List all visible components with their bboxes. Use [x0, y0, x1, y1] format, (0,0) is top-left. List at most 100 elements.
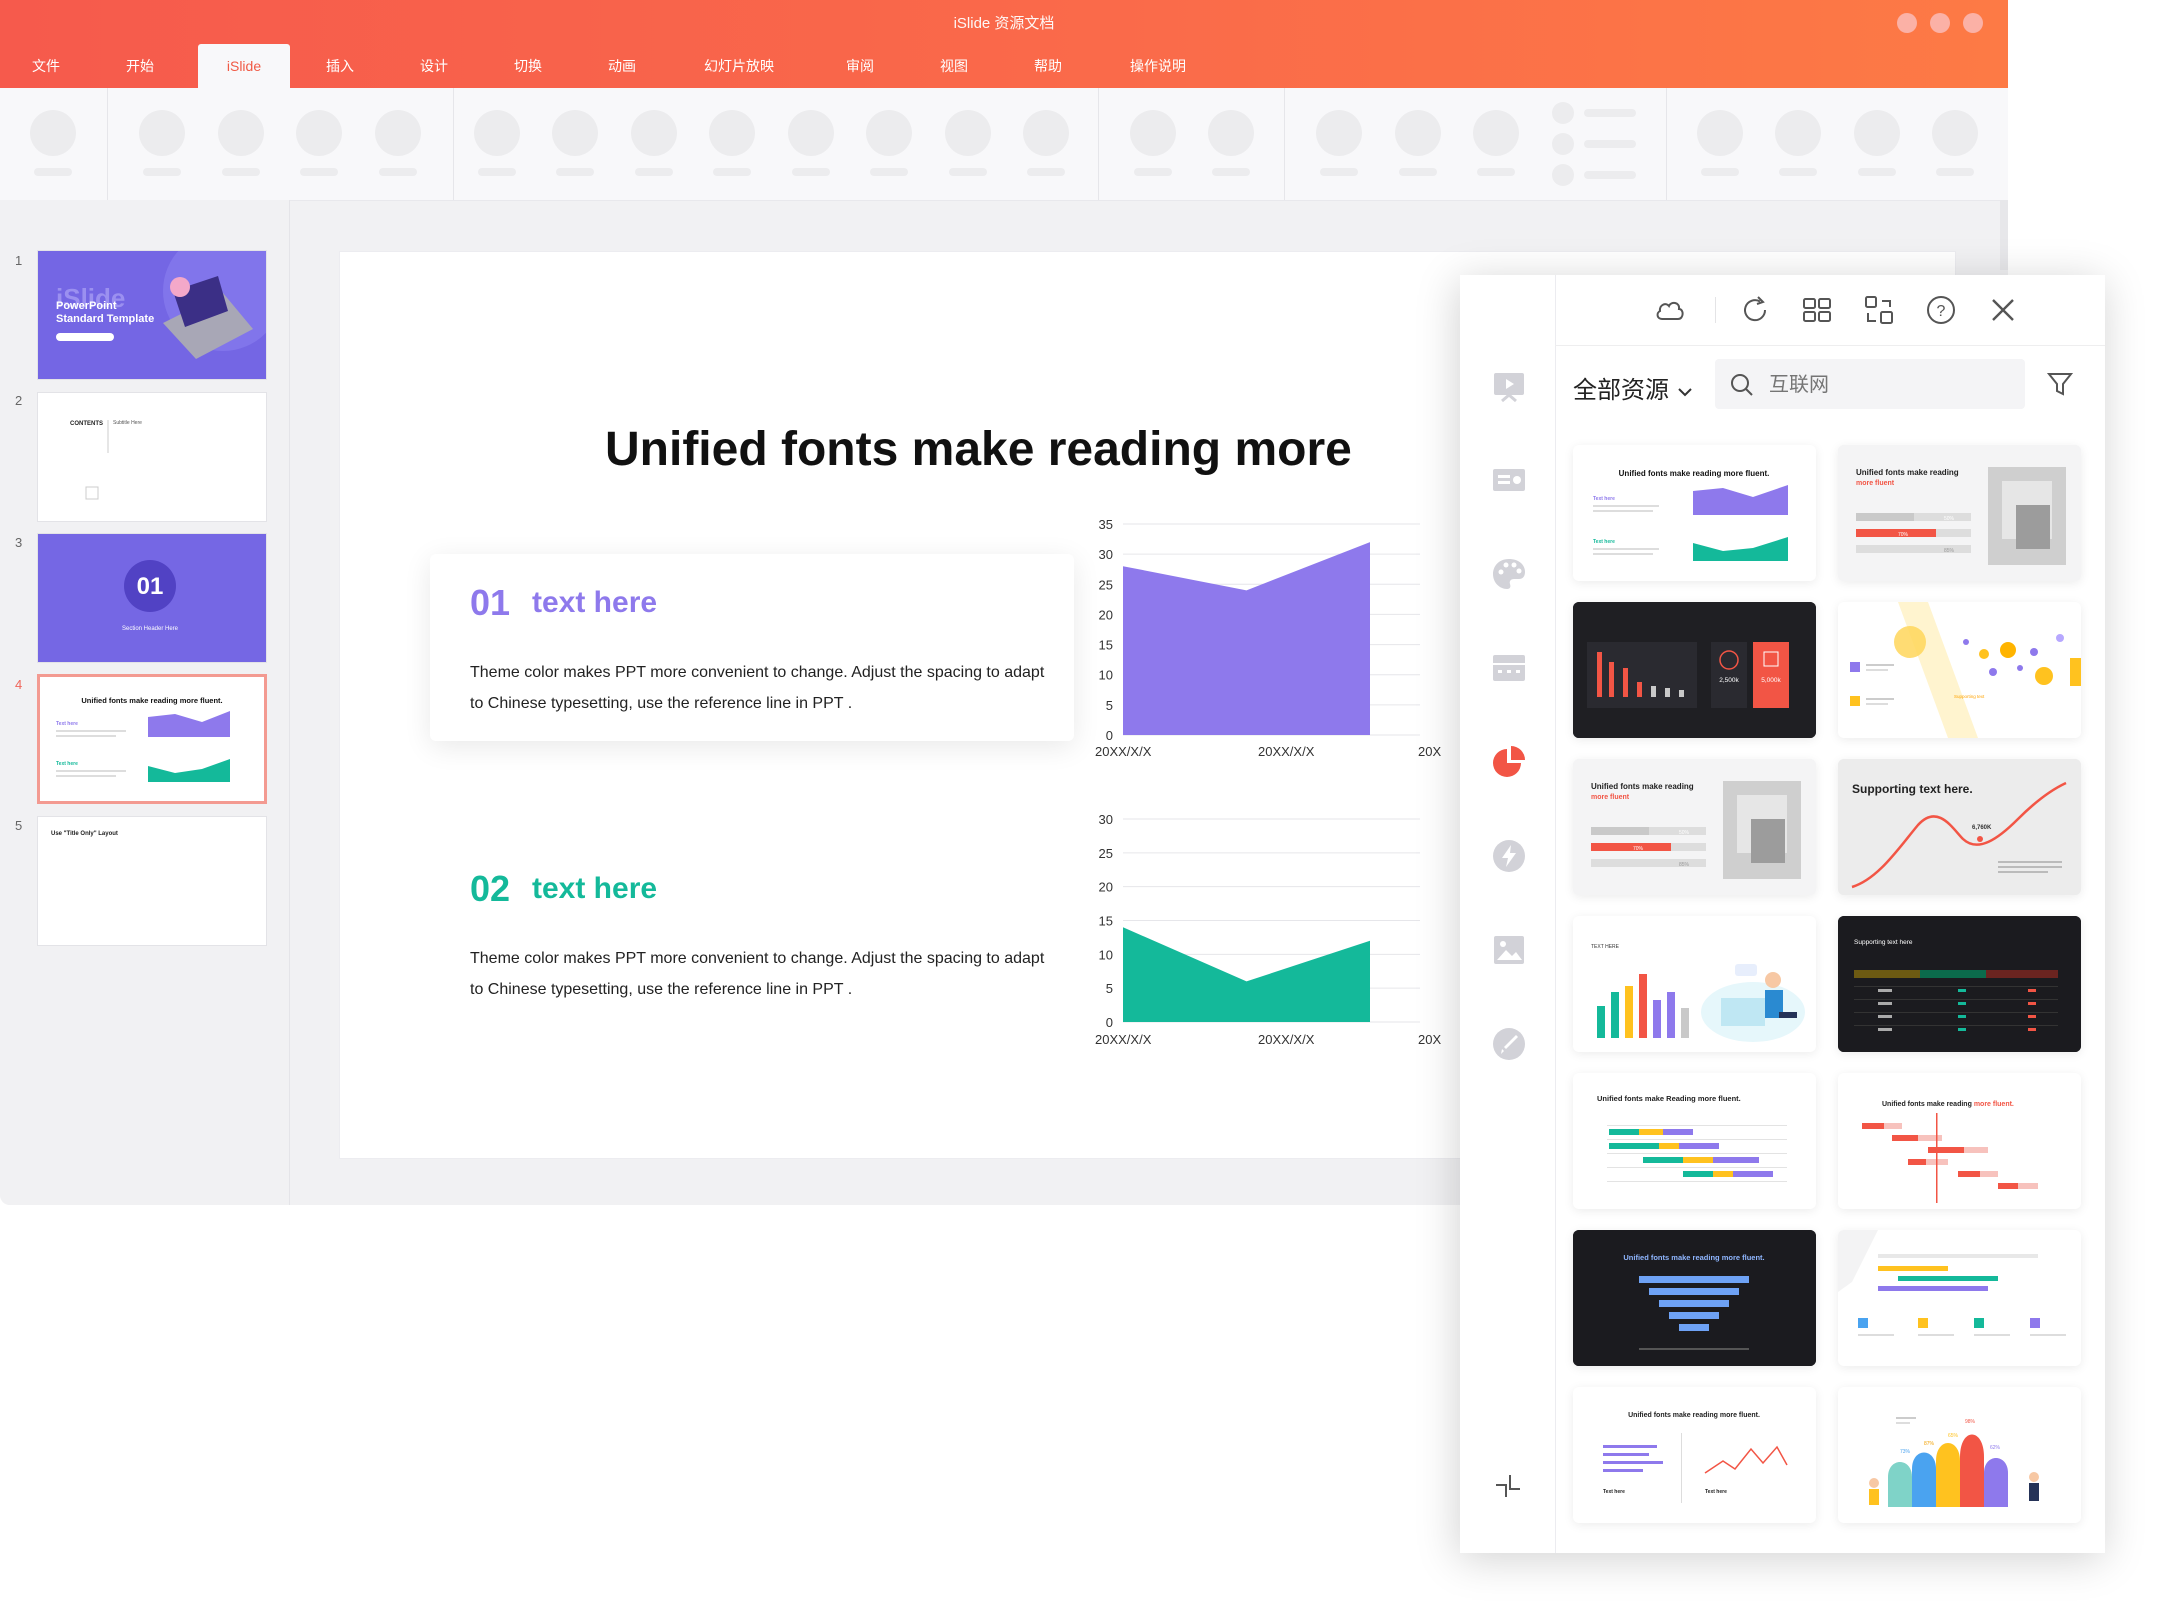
- resource-card[interactable]: 2,500k 5,000k: [1573, 602, 1816, 738]
- ribbon-button[interactable]: [631, 110, 677, 156]
- resource-card[interactable]: Unified fonts make reading more fluent. …: [1573, 1387, 1816, 1523]
- minimize-button[interactable]: [1897, 13, 1917, 33]
- resource-card[interactable]: 73% 87% 98% 65% 62%: [1838, 1387, 2081, 1523]
- resource-card[interactable]: TEXT HERE: [1573, 916, 1816, 1052]
- pie-chart-icon[interactable]: [1490, 743, 1528, 781]
- svg-text:Unified fonts make reading: Unified fonts make reading: [1591, 782, 1694, 791]
- resource-card[interactable]: [1838, 1230, 2081, 1366]
- ribbon-button[interactable]: [1130, 110, 1176, 156]
- swap-icon[interactable]: [1862, 293, 1896, 327]
- svg-text:Text here: Text here: [56, 721, 78, 727]
- brush-icon[interactable]: [1490, 1025, 1528, 1063]
- menu-bar: 文件 开始 iSlide 插入 设计 切换 动画 幻灯片放映 审阅 视图 帮助 …: [0, 44, 1400, 88]
- palette-icon[interactable]: [1490, 555, 1528, 593]
- tab-file[interactable]: 文件: [18, 44, 74, 88]
- resource-card[interactable]: Unified fonts make reading more fluent.: [1838, 1073, 2081, 1209]
- filter-icon[interactable]: [2045, 369, 2075, 399]
- ribbon-button[interactable]: [788, 110, 834, 156]
- layout-icon[interactable]: [1490, 461, 1528, 499]
- tab-review[interactable]: 审阅: [832, 44, 888, 88]
- ribbon-button[interactable]: [709, 110, 755, 156]
- svg-text:85%: 85%: [1679, 862, 1690, 868]
- resource-type-dropdown[interactable]: 全部资源: [1573, 370, 1694, 405]
- tab-slideshow[interactable]: 幻灯片放映: [694, 44, 784, 88]
- search-box[interactable]: [1715, 359, 2025, 411]
- resource-card[interactable]: Unified fonts make Reading more fluent.: [1573, 1073, 1816, 1209]
- slide-thumbnail-3[interactable]: 01 Section Header Here: [37, 533, 267, 663]
- resource-type-label: 全部资源: [1573, 377, 1669, 404]
- resource-card[interactable]: Unified fonts make reading more fluent.: [1573, 1230, 1816, 1366]
- svg-text:Standard Template: Standard Template: [56, 313, 154, 325]
- search-input[interactable]: [1767, 359, 2011, 411]
- slide-scrollbar[interactable]: [2000, 200, 2008, 270]
- resource-card[interactable]: Supporting text: [1838, 602, 2081, 738]
- close-window-button[interactable]: [1963, 13, 1983, 33]
- ribbon-button[interactable]: [30, 110, 76, 156]
- resource-card[interactable]: Unified fonts make reading more fluent 5…: [1573, 759, 1816, 895]
- ribbon-button[interactable]: [1697, 110, 1743, 156]
- islide-resource-panel: ? 全部资源 Unified fonts make reading more f…: [1460, 275, 2105, 1553]
- tab-home[interactable]: 开始: [112, 44, 168, 88]
- refresh-icon[interactable]: [1738, 293, 1772, 327]
- svg-text:more fluent: more fluent: [1856, 480, 1895, 487]
- ribbon-button[interactable]: [218, 110, 264, 156]
- cloud-icon[interactable]: [1653, 293, 1687, 327]
- slideshow-icon[interactable]: [1490, 367, 1528, 405]
- ribbon-button[interactable]: [1208, 110, 1254, 156]
- slide-thumbnail-4[interactable]: Unified fonts make reading more fluent. …: [37, 674, 267, 804]
- ribbon-button[interactable]: [1854, 110, 1900, 156]
- ribbon-button[interactable]: [866, 110, 912, 156]
- y-tick-label: 0: [1106, 1015, 1113, 1030]
- resource-card[interactable]: Unified fonts make reading more fluent 5…: [1838, 445, 2081, 581]
- tab-view[interactable]: 视图: [926, 44, 982, 88]
- ribbon-button[interactable]: [1023, 110, 1069, 156]
- help-icon[interactable]: ?: [1924, 293, 1958, 327]
- ribbon-button[interactable]: [1775, 110, 1821, 156]
- lightning-icon[interactable]: [1490, 837, 1528, 875]
- ribbon-button[interactable]: [1473, 110, 1519, 156]
- tab-design[interactable]: 设计: [406, 44, 462, 88]
- chevron-down-icon: [1677, 387, 1692, 397]
- tab-transitions[interactable]: 切换: [500, 44, 556, 88]
- tab-islide[interactable]: iSlide: [198, 44, 290, 88]
- svg-text:Unified fonts make reading mor: Unified fonts make reading more fluent.: [1623, 1253, 1764, 1262]
- panel-toolbar: ?: [1555, 275, 2105, 346]
- slide-thumbnail-1[interactable]: iSlide PowerPoint Standard Template: [37, 250, 267, 380]
- resource-card[interactable]: Unified fonts make reading more fluent. …: [1573, 445, 1816, 581]
- ribbon-button[interactable]: [139, 110, 185, 156]
- collapse-icon[interactable]: [1492, 1471, 1524, 1503]
- grid-icon[interactable]: [1800, 293, 1834, 327]
- resource-card[interactable]: Supporting text here. 6,760K: [1838, 759, 2081, 895]
- slide-thumbnail-5[interactable]: Use "Title Only" Layout: [37, 816, 267, 946]
- svg-text:70%: 70%: [1898, 532, 1909, 538]
- svg-text:Use "Title Only" Layout: Use "Title Only" Layout: [51, 831, 118, 837]
- ribbon-button[interactable]: [552, 110, 598, 156]
- ribbon-button[interactable]: [1932, 110, 1978, 156]
- image-icon[interactable]: [1490, 931, 1528, 969]
- tab-help[interactable]: 帮助: [1020, 44, 1076, 88]
- ribbon-button[interactable]: [945, 110, 991, 156]
- ribbon-button[interactable]: [474, 110, 520, 156]
- tab-insert[interactable]: 插入: [312, 44, 368, 88]
- ribbon-button[interactable]: [375, 110, 421, 156]
- svg-text:PowerPoint: PowerPoint: [56, 300, 117, 312]
- svg-text:Supporting text here.: Supporting text here.: [1852, 782, 1973, 796]
- tab-tell-me[interactable]: 操作说明: [1120, 44, 1196, 88]
- ribbon-button[interactable]: [1395, 110, 1441, 156]
- y-tick-label: 15: [1099, 914, 1113, 929]
- ribbon-button[interactable]: [296, 110, 342, 156]
- tab-animations[interactable]: 动画: [594, 44, 650, 88]
- maximize-button[interactable]: [1930, 13, 1950, 33]
- table-icon[interactable]: [1490, 649, 1528, 687]
- resource-card[interactable]: Supporting text here: [1838, 916, 2081, 1052]
- svg-text:70%: 70%: [1633, 846, 1644, 852]
- x-tick-label: 20XX/X/X: [1095, 744, 1152, 759]
- close-icon[interactable]: [1986, 293, 2020, 327]
- svg-text:Unified fonts make reading mor: Unified fonts make reading more fluent.: [81, 696, 222, 705]
- y-tick-label: 30: [1099, 812, 1113, 827]
- current-slide-preview: Unified fonts make reading more fluent. …: [56, 696, 230, 782]
- y-tick-label: 15: [1099, 638, 1113, 653]
- svg-text:TEXT HERE: TEXT HERE: [1591, 944, 1620, 950]
- ribbon-button[interactable]: [1316, 110, 1362, 156]
- slide-thumbnail-2[interactable]: CONTENTS Subtitle Here: [37, 392, 267, 522]
